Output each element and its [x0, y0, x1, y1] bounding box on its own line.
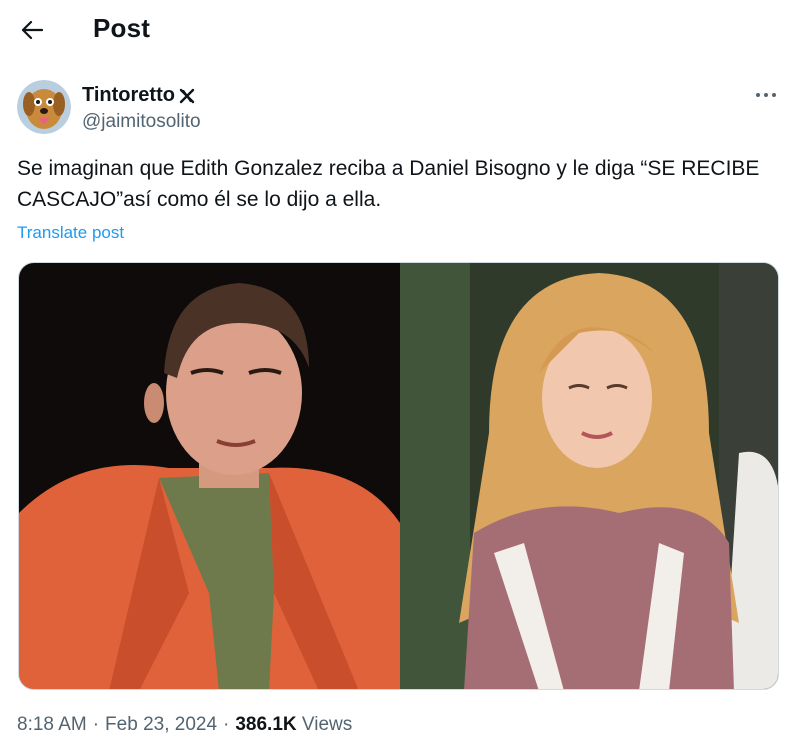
more-options-button[interactable]	[752, 84, 780, 106]
author-name-link[interactable]: Tintoretto	[82, 84, 195, 107]
post-media-image[interactable]	[18, 262, 779, 690]
author-handle[interactable]: @jaimitosolito	[82, 111, 201, 133]
post-metadata: 8:18 AM · Feb 23, 2024 · 386.1K Views	[17, 714, 352, 736]
views-label: Views	[301, 714, 353, 735]
arrow-left-icon	[21, 20, 43, 40]
post-date[interactable]: Feb 23, 2024	[105, 714, 217, 736]
avatar[interactable]	[17, 80, 71, 134]
page-title: Post	[93, 13, 151, 43]
separator-dot: ·	[223, 714, 230, 735]
top-bar: Post	[0, 0, 800, 60]
translate-post-link[interactable]: Translate post	[17, 223, 124, 243]
more-dots-icon	[756, 93, 776, 97]
dog-avatar-image	[17, 80, 71, 134]
author-display-name: Tintoretto	[82, 84, 175, 106]
post-time[interactable]: 8:18 AM	[17, 714, 87, 736]
post-text: Se imaginan que Edith Gonzalez reciba a …	[17, 157, 760, 211]
views-count: 386.1K	[235, 714, 297, 735]
post-author: Tintoretto @jaimitosolito	[17, 80, 780, 140]
views-link[interactable]: 386.1K Views	[235, 714, 352, 736]
separator-dot: ·	[92, 714, 100, 735]
x-logo-icon	[179, 88, 195, 103]
collage-photo	[19, 263, 778, 689]
back-button[interactable]	[14, 12, 50, 48]
